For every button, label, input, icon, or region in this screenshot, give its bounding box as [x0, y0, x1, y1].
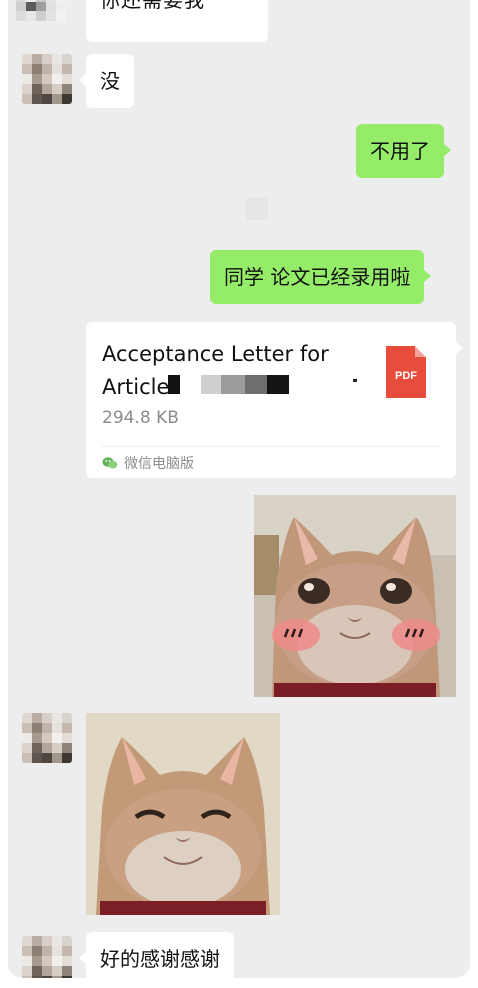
- pdf-icon-label: PDF: [395, 370, 417, 382]
- file-message-card[interactable]: Acceptance Letter for Article PDF 294.8 …: [86, 322, 463, 478]
- redacted-text: [267, 375, 289, 394]
- file-title-line-1: Acceptance Letter for: [102, 342, 329, 366]
- message-text: 同学 论文已经录用啦: [224, 265, 411, 289]
- outgoing-message-bubble[interactable]: 同学 论文已经录用啦: [210, 250, 432, 304]
- message-text: 不用了: [370, 139, 430, 163]
- redacted-text: [221, 375, 245, 394]
- cat-blushing-sticker[interactable]: [254, 495, 456, 697]
- outgoing-message-bubble[interactable]: 不用了: [356, 124, 451, 178]
- redacted-text: [353, 379, 357, 382]
- message-text: 好的感谢感谢: [100, 947, 220, 971]
- pdf-file-icon: PDF: [386, 346, 426, 398]
- divider: [102, 446, 440, 447]
- file-source-label: 微信电脑版: [124, 456, 194, 472]
- contact-avatar[interactable]: [22, 936, 72, 978]
- message-text: 你还需要我: [100, 0, 205, 12]
- message-text: 没: [100, 69, 120, 93]
- file-source: 微信电脑版: [102, 453, 194, 473]
- contact-avatar[interactable]: [22, 713, 72, 763]
- file-title: Acceptance Letter for Article: [102, 338, 372, 404]
- wechat-icon: [102, 456, 118, 470]
- contact-avatar[interactable]: [22, 54, 72, 104]
- incoming-message-bubble[interactable]: 没: [79, 54, 134, 108]
- contact-avatar[interactable]: [16, 0, 66, 40]
- incoming-message-bubble[interactable]: 你还需要我: [86, 0, 268, 42]
- cat-smiling-sticker[interactable]: [86, 713, 280, 915]
- incoming-message-bubble[interactable]: 好的感谢感谢: [79, 932, 234, 978]
- redacted-text: [201, 375, 221, 394]
- faded-timestamp: [246, 198, 268, 220]
- chat-window: 你还需要我 没 不用了 同学 论文已经录用啦 Acceptance Letter…: [8, 0, 470, 978]
- redacted-text: [168, 375, 180, 394]
- redacted-text: [245, 375, 267, 394]
- file-size: 294.8 KB: [102, 408, 179, 428]
